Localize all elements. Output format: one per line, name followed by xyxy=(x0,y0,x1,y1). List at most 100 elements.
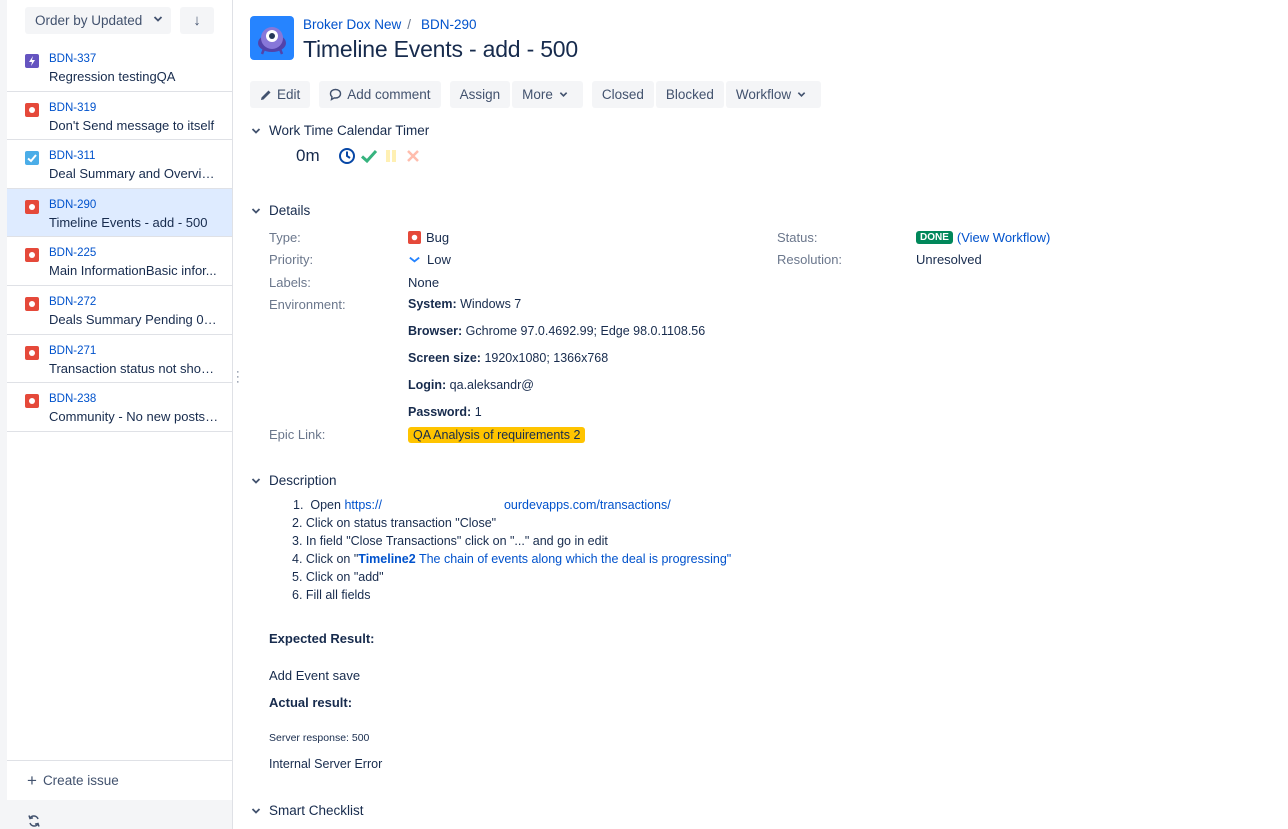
actual-result-heading: Actual result: xyxy=(269,695,353,710)
create-issue-label: Create issue xyxy=(42,773,119,788)
issue-list-item[interactable]: BDN-225 Main InformationBasic infor... xyxy=(7,237,232,286)
close-icon[interactable] xyxy=(404,147,422,165)
closed-transition-button[interactable]: Closed xyxy=(591,81,654,108)
issue-list-item[interactable]: BDN-271 Transaction status not show... xyxy=(7,335,232,384)
epic-lozenge[interactable]: QA Analysis of requirements 2 xyxy=(408,427,586,443)
env-screen: Screen size: 1920x1080; 1366x768 xyxy=(408,351,608,365)
breadcrumb-separator: / xyxy=(407,17,412,32)
sort-direction-button[interactable]: ↓ xyxy=(180,7,214,34)
refresh-icon[interactable] xyxy=(27,814,41,828)
pencil-icon xyxy=(261,90,271,100)
timer-section-header[interactable]: Work Time Calendar Timer xyxy=(250,123,429,138)
assign-label: Assign xyxy=(459,87,501,102)
environment-label: Environment: xyxy=(269,297,346,312)
type-label: Type: xyxy=(269,230,301,245)
labels-label: Labels: xyxy=(269,275,311,290)
step-2: 2. Click on status transaction "Close" xyxy=(292,516,497,530)
order-by-select[interactable]: Order by Updated xyxy=(25,7,171,34)
task-checkbox-icon xyxy=(25,151,39,166)
step-4: 4. Click on "Timeline2 The chain of even… xyxy=(292,550,731,568)
issue-summary: Main InformationBasic infor... xyxy=(49,263,217,279)
env-browser: Browser: Gchrome 97.0.4692.99; Edge 98.0… xyxy=(408,324,705,338)
issue-list-item[interactable]: BDN-319 Don't Send message to itself xyxy=(7,92,232,141)
description-section-title: Description xyxy=(269,473,337,488)
issue-key: BDN-271 xyxy=(49,344,97,357)
blocked-label: Blocked xyxy=(665,87,714,102)
issue-detail: Broker Dox New / BDN-290 Timeline Events… xyxy=(250,0,1280,829)
bug-icon xyxy=(25,248,39,263)
timer-section-title: Work Time Calendar Timer xyxy=(269,123,430,138)
workflow-button[interactable]: Workflow xyxy=(725,81,822,108)
priority-value-text: Low xyxy=(427,252,451,267)
step-1-text: 1. Open xyxy=(293,498,345,512)
issue-sidebar: Order by Updated ↓ BDN-337 Regression tes… xyxy=(7,0,233,829)
edit-label: Edit xyxy=(277,87,301,102)
project-avatar[interactable] xyxy=(250,16,294,60)
create-issue-button[interactable]: + Create issue xyxy=(7,760,232,800)
step-4-suffix: " xyxy=(726,552,732,566)
assign-button[interactable]: Assign xyxy=(449,81,511,108)
env-screen-value: 1920x1080; 1366x768 xyxy=(484,351,609,365)
order-by-label: Order by Updated xyxy=(35,13,143,28)
env-system: System: Windows 7 xyxy=(408,297,521,311)
issue-list-item[interactable]: BDN-238 Community - No new posts ... xyxy=(7,383,232,432)
chevron-down-icon xyxy=(559,92,568,97)
issue-list-item[interactable]: BDN-272 Deals Summary Pending 0 -... xyxy=(7,286,232,335)
step-3: 3. In field "Close Transactions" click o… xyxy=(292,534,608,548)
edit-button[interactable]: Edit xyxy=(250,81,311,108)
chevron-down-icon xyxy=(251,807,261,814)
step-4-bold-link[interactable]: Timeline2 xyxy=(358,552,415,566)
pause-icon[interactable] xyxy=(382,147,400,165)
breadcrumb-project-link[interactable]: Broker Dox New xyxy=(303,17,401,32)
lightning-icon xyxy=(25,54,39,68)
issue-key: BDN-272 xyxy=(49,295,97,308)
step-1: 1. Open https:// ourdevapps.com/transacti… xyxy=(292,496,731,514)
issue-summary: Deals Summary Pending 0 -... xyxy=(49,311,219,327)
step-1-link-start[interactable]: https:// xyxy=(344,498,382,512)
chevron-down-icon xyxy=(797,92,806,97)
issue-summary: Community - No new posts ... xyxy=(49,409,219,425)
resolution-label: Resolution: xyxy=(777,252,843,267)
add-comment-label: Add comment xyxy=(347,87,431,102)
more-button[interactable]: More xyxy=(512,81,583,108)
status-value: DONE (View Workflow) xyxy=(916,230,1050,245)
arrow-down-icon: ↓ xyxy=(193,12,201,29)
page-title: Timeline Events - add - 500 xyxy=(303,36,578,62)
description-steps: 1. Open https:// ourdevapps.com/transacti… xyxy=(292,496,731,604)
issue-summary: Timeline Events - add - 500 xyxy=(49,214,208,230)
step-4-link[interactable]: The chain of events along which the deal… xyxy=(416,552,727,566)
bug-icon xyxy=(25,199,39,214)
blocked-transition-button[interactable]: Blocked xyxy=(655,81,724,108)
panel-resize-handle[interactable]: · · · xyxy=(236,367,240,388)
server-response-text: Server response: 500 xyxy=(269,732,370,744)
labels-value: None xyxy=(408,275,440,290)
issue-summary: Deal Summary and Overvie... xyxy=(49,166,219,182)
details-section-header[interactable]: Details xyxy=(250,203,310,218)
issue-list-item[interactable]: BDN-337 Regression testingQA xyxy=(7,43,232,92)
env-login-value: qa.aleksandr@ xyxy=(449,378,534,392)
step-1-link-end[interactable]: ourdevapps.com/transactions/ xyxy=(504,498,671,512)
issue-list-item[interactable]: BDN-311 Deal Summary and Overvie... xyxy=(7,140,232,189)
priority-label: Priority: xyxy=(269,252,314,267)
issue-key: BDN-225 xyxy=(49,247,97,260)
issue-key: BDN-319 xyxy=(49,101,97,114)
status-badge: DONE xyxy=(916,231,953,244)
issue-list-item[interactable]: BDN-290 Timeline Events - add - 500 xyxy=(7,188,232,238)
description-section-header[interactable]: Description xyxy=(250,473,337,488)
env-browser-value: Gchrome 97.0.4692.99; Edge 98.0.1108.56 xyxy=(465,324,706,338)
add-comment-button[interactable]: Add comment xyxy=(319,81,441,108)
env-login-key: Login: xyxy=(408,378,447,392)
env-password: Password: 1 xyxy=(408,405,482,419)
view-workflow-link[interactable]: (View Workflow) xyxy=(957,230,1050,245)
smart-checklist-section-header[interactable]: Smart Checklist xyxy=(250,803,364,818)
breadcrumb-issue-link[interactable]: BDN-290 xyxy=(421,17,477,32)
issue-summary: Regression testingQA xyxy=(49,69,176,84)
expected-result-text: Add Event save xyxy=(269,668,361,683)
env-login: Login: qa.aleksandr@ xyxy=(408,378,534,392)
issue-summary: Transaction status not show... xyxy=(49,360,219,376)
sort-bar: Order by Updated ↓ xyxy=(25,7,235,34)
env-system-key: System: xyxy=(408,297,457,311)
check-icon[interactable] xyxy=(360,147,378,165)
clock-icon[interactable] xyxy=(338,147,356,165)
sidebar-left-strip xyxy=(0,0,7,829)
